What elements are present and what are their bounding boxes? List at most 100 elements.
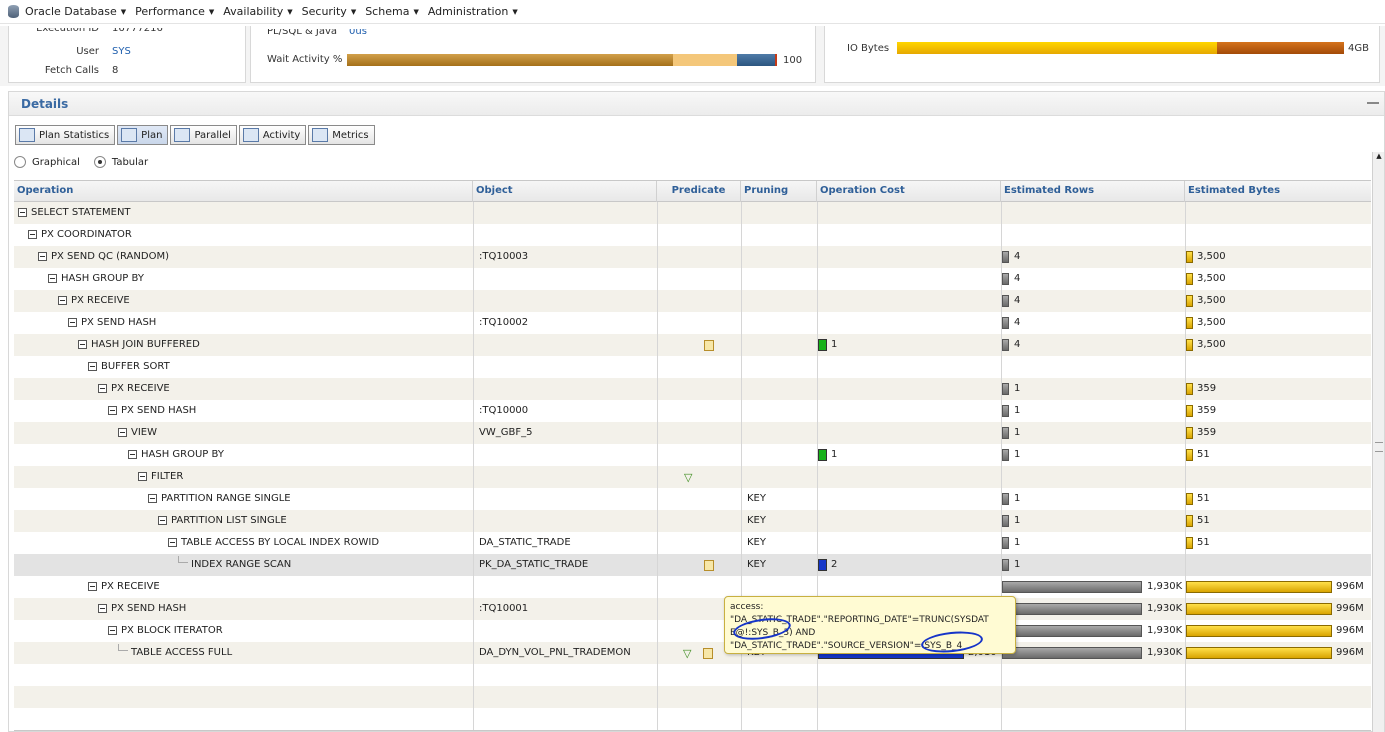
collapse-node-icon[interactable] xyxy=(168,537,177,547)
collapse-icon[interactable] xyxy=(1367,102,1379,104)
plan-row[interactable]: VIEW VW_GBF_5 1 359 xyxy=(14,422,1371,444)
plan-row[interactable]: PARTITION LIST SINGLE KEY 1 51 xyxy=(14,510,1371,532)
collapse-node-icon[interactable] xyxy=(78,339,87,349)
rows-value: 1 xyxy=(1014,493,1021,504)
collapse-node-icon[interactable] xyxy=(148,493,157,503)
menu-performance[interactable]: Performance ▼ xyxy=(135,5,214,18)
details-header: Details xyxy=(9,92,1384,116)
collapse-node-icon[interactable] xyxy=(38,251,47,261)
tab-plan-statistics[interactable]: Plan Statistics xyxy=(15,125,116,145)
col-predicate[interactable]: Predicate xyxy=(657,181,741,203)
collapse-node-icon[interactable] xyxy=(98,603,107,613)
plan-row[interactable]: INDEX RANGE SCAN PK_DA_STATIC_TRADE KEY 2 1 xyxy=(14,554,1371,576)
menu-oracle-database[interactable]: Oracle Database ▼ xyxy=(25,5,126,18)
plan-row[interactable]: PX SEND HASH:TQ10000 1 359 xyxy=(14,400,1371,422)
collapse-node-icon[interactable] xyxy=(18,207,27,217)
collapse-node-icon[interactable] xyxy=(58,295,67,305)
plan-row[interactable]: BUFFER SORT xyxy=(14,356,1371,378)
plan-row[interactable]: PX SEND QC (RANDOM):TQ10003 4 3,500 xyxy=(14,246,1371,268)
access-predicate-icon[interactable] xyxy=(703,648,713,659)
collapse-node-icon[interactable] xyxy=(68,317,77,327)
pruning-cell: KEY xyxy=(747,493,766,504)
menu-administration[interactable]: Administration ▼ xyxy=(428,5,518,18)
bytes-value: 359 xyxy=(1197,383,1217,394)
tab-metrics[interactable]: Metrics xyxy=(308,125,375,145)
plan-row[interactable]: HASH JOIN BUFFERED 1 4 3,500 xyxy=(14,334,1371,356)
wait-activity-label: Wait Activity % xyxy=(267,54,343,65)
collapse-node-icon[interactable] xyxy=(28,229,37,239)
plan-row[interactable]: PX RECEIVE 4 3,500 xyxy=(14,290,1371,312)
collapse-node-icon[interactable] xyxy=(138,471,147,481)
collapse-node-icon[interactable] xyxy=(88,361,97,371)
scroll-grip-icon[interactable] xyxy=(1375,442,1383,452)
wait-segment-cpu xyxy=(775,54,777,66)
collapse-node-icon[interactable] xyxy=(48,273,57,283)
plan-row[interactable]: HASH GROUP BY 1 1 51 xyxy=(14,444,1371,466)
plan-row[interactable]: PX BLOCK ITERATOR 1,930K 996M xyxy=(14,620,1371,642)
object-cell: :TQ10000 xyxy=(479,405,529,416)
chevron-down-icon: ▼ xyxy=(208,7,215,16)
col-estimated-bytes[interactable]: Estimated Bytes xyxy=(1185,181,1371,203)
bytes-value: 51 xyxy=(1197,449,1210,460)
col-pruning[interactable]: Pruning xyxy=(741,181,817,203)
collapse-node-icon[interactable] xyxy=(108,625,117,635)
col-estimated-rows[interactable]: Estimated Rows xyxy=(1001,181,1185,203)
collapse-node-icon[interactable] xyxy=(88,581,97,591)
operation-cell: VIEW xyxy=(118,422,157,444)
operation-name: PX SEND HASH xyxy=(81,317,157,328)
collapse-node-icon[interactable] xyxy=(98,383,107,393)
collapse-node-icon[interactable] xyxy=(158,515,167,525)
col-operation[interactable]: Operation xyxy=(14,181,473,203)
collapse-node-icon[interactable] xyxy=(108,405,117,415)
access-predicate-icon[interactable] xyxy=(704,560,714,571)
tab-activity[interactable]: Activity xyxy=(238,125,307,145)
col-operation-cost[interactable]: Operation Cost xyxy=(817,181,1001,203)
plan-row[interactable]: PARTITION RANGE SINGLE KEY 1 51 xyxy=(14,488,1371,510)
scroll-up-icon[interactable]: ▲ xyxy=(1374,152,1384,162)
rows-bar xyxy=(1002,383,1009,395)
operation-cell: FILTER xyxy=(138,466,183,488)
plan-row[interactable]: PX COORDINATOR xyxy=(14,224,1371,246)
plan-row[interactable]: PX RECEIVE 1 359 xyxy=(14,378,1371,400)
user-link[interactable]: SYS xyxy=(112,46,131,57)
access-predicate-icon[interactable] xyxy=(704,340,714,351)
io-segment-write xyxy=(1217,42,1344,54)
io-bytes-bar xyxy=(897,42,1345,54)
rows-value: 1 xyxy=(1014,383,1021,394)
object-cell: :TQ10003 xyxy=(479,251,529,262)
menu-schema[interactable]: Schema ▼ xyxy=(365,5,419,18)
tabular-radio[interactable] xyxy=(93,156,106,168)
menu-security[interactable]: Security ▼ xyxy=(302,5,357,18)
bytes-bar xyxy=(1186,537,1193,549)
operation-cell: PX SEND HASH xyxy=(98,598,186,620)
menu-availability[interactable]: Availability ▼ xyxy=(223,5,292,18)
plan-row[interactable]: HASH GROUP BY 4 3,500 xyxy=(14,268,1371,290)
graphical-radio[interactable] xyxy=(14,156,26,168)
rows-value: 1 xyxy=(1014,427,1021,438)
time-panel: PL/SQL & Java 0us Wait Activity % 100 xyxy=(250,26,816,83)
operation-name: FILTER xyxy=(151,471,184,482)
plan-row[interactable]: SELECT STATEMENT xyxy=(14,202,1371,224)
plan-row[interactable]: TABLE ACCESS FULL DA_DYN_VOL_PNL_TRADEMON… xyxy=(14,642,1371,664)
plan-row[interactable]: TABLE ACCESS BY LOCAL INDEX ROWID DA_STAT… xyxy=(14,532,1371,554)
rows-value: 4 xyxy=(1014,251,1021,262)
col-object[interactable]: Object xyxy=(473,181,657,203)
plan-row[interactable]: PX SEND HASH:TQ10001 1,930K 996M xyxy=(14,598,1371,620)
operation-cell: PX SEND HASH xyxy=(68,312,156,334)
collapse-node-icon[interactable] xyxy=(128,449,137,459)
plan-row[interactable]: FILTER ▽ xyxy=(14,466,1371,488)
operation-cell: HASH JOIN BUFFERED xyxy=(78,334,200,356)
bytes-value: 3,500 xyxy=(1197,295,1226,306)
operation-name: HASH JOIN BUFFERED xyxy=(91,339,200,350)
filter-predicate-icon[interactable]: ▽ xyxy=(683,647,691,660)
tab-parallel[interactable]: Parallel xyxy=(170,125,237,145)
filter-predicate-icon[interactable]: ▽ xyxy=(684,471,692,484)
rows-bar xyxy=(1002,493,1009,505)
rows-bar xyxy=(1002,537,1009,549)
bytes-value: 3,500 xyxy=(1197,251,1226,262)
plan-row[interactable]: PX SEND HASH:TQ10002 4 3,500 xyxy=(14,312,1371,334)
collapse-node-icon[interactable] xyxy=(118,427,127,437)
tab-plan[interactable]: Plan xyxy=(117,125,169,145)
vertical-scrollbar[interactable]: ▲ xyxy=(1372,152,1384,732)
plan-row[interactable]: PX RECEIVE 1,930K 996M xyxy=(14,576,1371,598)
